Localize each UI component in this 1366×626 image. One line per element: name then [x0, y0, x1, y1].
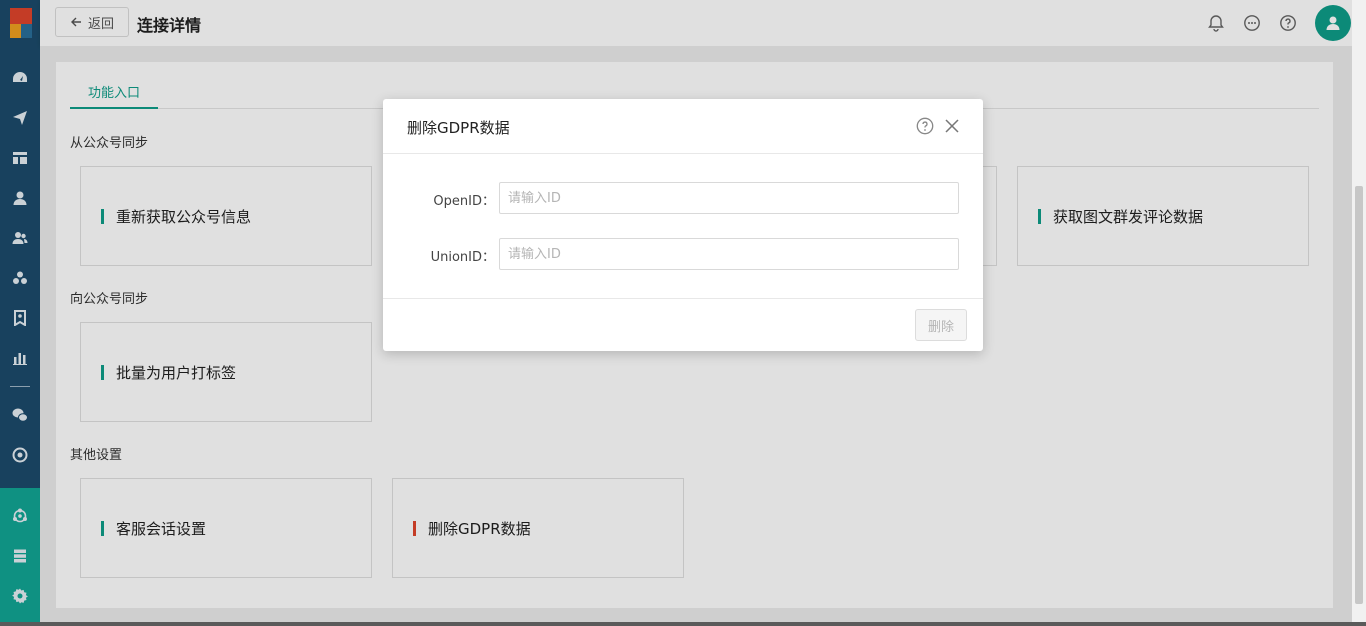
- unionid-label: UnionID：: [430, 250, 495, 265]
- delete-gdpr-modal: 删除GDPR数据 OpenID： UnionID： 删除: [383, 99, 983, 351]
- openid-input[interactable]: [499, 182, 959, 214]
- modal-title: 删除GDPR数据: [407, 119, 510, 137]
- help-icon[interactable]: [916, 117, 934, 135]
- window-bottom-edge: [0, 622, 1366, 626]
- close-icon[interactable]: [944, 118, 960, 134]
- unionid-row: UnionID：: [383, 238, 983, 270]
- delete-button[interactable]: 删除: [915, 309, 967, 341]
- modal-header: 删除GDPR数据: [383, 99, 983, 154]
- page-scrollbar[interactable]: [1352, 0, 1366, 626]
- openid-label: OpenID：: [433, 194, 495, 209]
- modal-footer: 删除: [383, 298, 983, 351]
- scrollbar-thumb[interactable]: [1355, 186, 1363, 604]
- unionid-input[interactable]: [499, 238, 959, 270]
- openid-row: OpenID：: [383, 182, 983, 214]
